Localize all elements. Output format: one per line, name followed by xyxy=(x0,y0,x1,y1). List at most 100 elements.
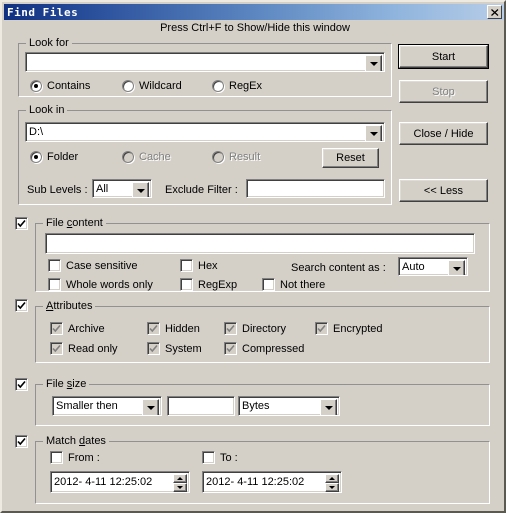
attr-archive-checkbox[interactable]: Archive xyxy=(50,322,105,335)
file-content-legend: File content xyxy=(43,217,106,229)
checkmark-icon xyxy=(52,344,61,353)
date-to-input[interactable]: 2012- 4-11 12:25:02 xyxy=(202,471,342,493)
stop-button[interactable]: Stop xyxy=(399,80,488,103)
date-to-value: 2012- 4-11 12:25:02 xyxy=(206,476,305,488)
sub-levels-combo[interactable]: All xyxy=(92,179,152,198)
match-dates-legend: Match dates xyxy=(43,435,109,447)
match-dates-enable-checkbox[interactable] xyxy=(15,435,33,448)
radio-result-label: Result xyxy=(229,151,261,163)
regexp-box xyxy=(180,278,193,291)
regexp-label: RegExp xyxy=(198,278,238,291)
sub-levels-value: All xyxy=(96,182,109,195)
radio-result[interactable]: Result xyxy=(212,151,260,163)
radio-wildcard[interactable]: Wildcard xyxy=(122,80,182,92)
hex-box xyxy=(180,259,193,272)
radio-folder-dot xyxy=(30,151,42,163)
whole-words-box xyxy=(48,278,61,291)
file-size-comparison-arrow-icon[interactable] xyxy=(142,399,159,415)
reset-button[interactable]: Reset xyxy=(322,148,379,168)
file-content-input[interactable] xyxy=(45,233,475,254)
look-in-combo-arrow-icon[interactable] xyxy=(365,125,382,141)
exclude-filter-label: Exclude Filter : xyxy=(165,184,238,196)
title-bar[interactable]: Find Files xyxy=(4,4,504,20)
checkmark-icon xyxy=(317,324,326,333)
attr-system-label: System xyxy=(165,342,202,355)
not-there-label: Not there xyxy=(280,278,326,291)
file-size-enable-checkbox[interactable] xyxy=(15,378,33,391)
attributes-enable-box xyxy=(15,299,28,312)
attr-hidden-box xyxy=(147,322,160,335)
whole-words-checkbox[interactable]: Whole words only xyxy=(48,278,153,291)
radio-regex[interactable]: RegEx xyxy=(212,80,262,92)
date-to-spin-up[interactable] xyxy=(325,474,339,483)
file-size-unit-arrow-icon[interactable] xyxy=(320,399,337,415)
radio-regex-label: RegEx xyxy=(229,80,263,92)
radio-contains-label: Contains xyxy=(47,80,91,92)
search-content-as-arrow-icon[interactable] xyxy=(448,260,465,275)
close-icon[interactable] xyxy=(487,5,502,19)
look-for-legend: Look for xyxy=(26,37,72,49)
radio-folder[interactable]: Folder xyxy=(30,151,78,163)
regexp-checkbox[interactable]: RegExp xyxy=(180,278,237,291)
checkmark-icon xyxy=(17,219,26,228)
case-sensitive-box xyxy=(48,259,61,272)
attr-readonly-checkbox[interactable]: Read only xyxy=(50,342,118,355)
hex-checkbox[interactable]: Hex xyxy=(180,259,218,272)
file-content-enable-checkbox[interactable] xyxy=(15,217,33,230)
attr-hidden-label: Hidden xyxy=(165,322,200,335)
exclude-filter-input[interactable] xyxy=(246,179,385,198)
file-size-comparison-value: Smaller then xyxy=(56,400,118,412)
attr-hidden-checkbox[interactable]: Hidden xyxy=(147,322,200,335)
file-size-unit-combo[interactable]: Bytes xyxy=(238,396,340,416)
less-button[interactable]: << Less xyxy=(399,179,488,202)
search-content-as-value: Auto xyxy=(402,260,425,273)
date-from-spin-up[interactable] xyxy=(173,474,187,483)
look-for-combo[interactable] xyxy=(25,52,385,72)
date-to-spinner[interactable] xyxy=(325,474,339,492)
start-button[interactable]: Start xyxy=(398,44,489,69)
look-in-combo[interactable]: D:\ xyxy=(25,122,385,142)
attr-compressed-box xyxy=(224,342,237,355)
attr-readonly-box xyxy=(50,342,63,355)
radio-wildcard-dot xyxy=(122,80,134,92)
attr-encrypted-box xyxy=(315,322,328,335)
file-size-comparison-combo[interactable]: Smaller then xyxy=(52,396,162,416)
date-to-label: To : xyxy=(220,451,238,464)
radio-cache[interactable]: Cache xyxy=(122,151,171,163)
checkmark-icon xyxy=(226,324,235,333)
search-content-as-combo[interactable]: Auto xyxy=(398,257,468,276)
not-there-checkbox[interactable]: Not there xyxy=(262,278,325,291)
file-size-unit-value: Bytes xyxy=(242,400,270,412)
checkmark-icon xyxy=(17,380,26,389)
attr-system-checkbox[interactable]: System xyxy=(147,342,202,355)
attr-directory-label: Directory xyxy=(242,322,287,335)
checkmark-icon xyxy=(52,324,61,333)
not-there-box xyxy=(262,278,275,291)
attr-directory-checkbox[interactable]: Directory xyxy=(224,322,286,335)
date-from-checkbox[interactable]: From : xyxy=(50,451,100,464)
date-from-spinner[interactable] xyxy=(173,474,187,492)
attr-compressed-checkbox[interactable]: Compressed xyxy=(224,342,304,355)
sub-levels-arrow-icon[interactable] xyxy=(132,182,149,197)
hex-label: Hex xyxy=(198,259,218,272)
radio-contains[interactable]: Contains xyxy=(30,80,90,92)
date-to-spin-down[interactable] xyxy=(325,483,339,492)
attributes-enable-checkbox[interactable] xyxy=(15,299,33,312)
file-size-amount-input[interactable] xyxy=(167,396,235,416)
date-to-checkbox[interactable]: To : xyxy=(202,451,238,464)
search-content-as-label: Search content as : xyxy=(291,262,386,274)
date-from-input[interactable]: 2012- 4-11 12:25:02 xyxy=(50,471,190,493)
attr-encrypted-label: Encrypted xyxy=(333,322,383,335)
close-hide-button[interactable]: Close / Hide xyxy=(399,122,488,145)
case-sensitive-checkbox[interactable]: Case sensitive xyxy=(48,259,138,272)
window-title: Find Files xyxy=(7,5,79,19)
look-for-combo-arrow-icon[interactable] xyxy=(365,55,382,71)
date-from-label: From : xyxy=(68,451,100,464)
attr-encrypted-checkbox[interactable]: Encrypted xyxy=(315,322,383,335)
radio-cache-dot xyxy=(122,151,134,163)
date-from-box xyxy=(50,451,63,464)
find-files-window: Find Files Press Ctrl+F to Show/Hide thi… xyxy=(0,0,506,513)
radio-wildcard-label: Wildcard xyxy=(139,80,182,92)
date-from-spin-down[interactable] xyxy=(173,483,187,492)
whole-words-label: Whole words only xyxy=(66,278,153,291)
